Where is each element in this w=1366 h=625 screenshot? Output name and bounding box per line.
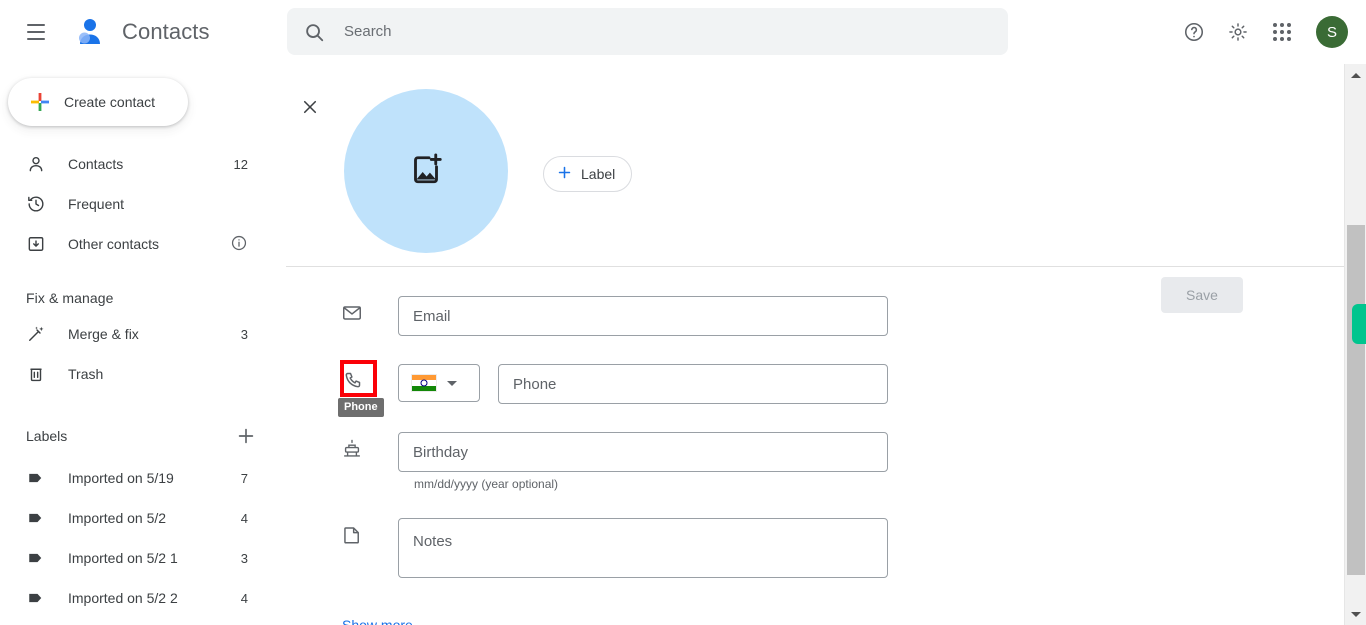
magic-wand-icon [26,324,46,344]
sidebar-label-item[interactable]: Imported on 5/2 4 [0,498,258,538]
contacts-person-icon [72,14,108,50]
phone-tooltip: Phone [338,398,384,417]
panel-divider [286,266,1344,267]
hamburger-menu-icon[interactable] [12,8,60,56]
birthday-row: mm/dd/yyyy (year optional) [280,415,1344,501]
note-page-icon [340,523,364,547]
add-label-text: Label [581,166,616,182]
birthday-cake-icon [340,437,364,461]
country-code-selector[interactable] [398,364,480,402]
label-tag-icon [26,508,46,528]
header-actions: S [1172,0,1354,64]
sidebar-item-label: Merge & fix [68,326,139,342]
sidebar-item-label: Other contacts [68,236,160,252]
sidebar-label-text: Imported on 5/2 2 [68,590,178,606]
help-icon[interactable] [1172,10,1216,54]
phone-input[interactable] [498,364,888,404]
sidebar-label-item[interactable]: Imported on 5/2 1 3 [0,538,258,578]
trash-icon [26,364,46,384]
labels-heading: Labels [26,428,68,444]
fix-and-manage-heading: Fix & manage [26,290,114,306]
sidebar-item-contacts[interactable]: Contacts 12 [0,144,258,184]
scroll-thumb[interactable] [1347,225,1365,575]
birthday-input[interactable] [398,432,888,472]
sidebar-label-text: Imported on 5/2 1 [68,550,178,566]
sidebar-label-count: 4 [240,510,248,526]
sidebar-item-merge-fix[interactable]: Merge & fix 3 [0,314,258,354]
sidebar-item-frequent[interactable]: Frequent [0,184,258,224]
birthday-helper-text: mm/dd/yyyy (year optional) [414,477,559,491]
search-input[interactable] [344,16,964,47]
sidebar-item-count: 3 [240,326,248,342]
email-row [280,279,1344,347]
add-label-button[interactable]: Label [543,156,633,192]
brand: Contacts [72,14,210,50]
sidebar-item-other-contacts[interactable]: Other contacts [0,224,258,264]
contact-form: mm/dd/yyyy (year optional) Show more [280,279,1344,625]
search-bar[interactable] [287,8,1008,55]
vertical-scrollbar[interactable] [1344,64,1366,625]
sidebar-item-trash[interactable]: Trash [0,354,258,394]
create-contact-button[interactable]: Create contact [8,78,188,126]
sidebar-label-item[interactable]: Imported on 5/2 2 4 [0,578,258,618]
create-contact-label: Create contact [64,94,156,110]
fix-manage-nav: Merge & fix 3 Trash [0,314,280,394]
close-x-icon[interactable] [290,87,330,127]
search-icon [303,21,325,43]
plus-icon [556,164,573,184]
app-header: Contacts Search S [0,0,1366,64]
label-tag-icon [26,468,46,488]
scroll-up-arrow[interactable] [1345,64,1366,86]
label-tag-icon [26,548,46,568]
sidebar-item-label: Contacts [68,156,124,172]
label-tag-icon [26,588,46,608]
settings-gear-icon[interactable] [1216,10,1260,54]
scroll-position-marker [1352,304,1366,344]
sidebar-label-count: 3 [240,550,248,566]
add-photo-icon [408,151,444,192]
chevron-down-icon [447,380,457,386]
email-input[interactable] [398,296,888,336]
plus-multicolor-icon [28,90,52,114]
labels-header: Labels [26,418,258,454]
account-avatar[interactable]: S [1316,16,1348,48]
scroll-down-arrow[interactable] [1345,603,1366,625]
create-label-plus-icon[interactable] [234,424,258,448]
notes-row [280,501,1344,593]
sidebar-label-item[interactable]: Imported on 5/19 7 [0,458,258,498]
primary-nav: Contacts 12 Frequent Other contacts [0,144,280,264]
history-clock-icon [26,194,46,214]
phone-row [280,347,1344,415]
sidebar-label-text: Imported on 5/19 [68,470,174,486]
phone-icon [340,369,364,393]
sidebar-item-count: 12 [233,156,248,172]
sidebar-item-label: Trash [68,366,104,382]
sidebar-label-count: 4 [240,590,248,606]
archive-box-icon [26,234,46,254]
sidebar-item-label: Frequent [68,196,125,212]
info-circle-icon[interactable] [230,234,248,255]
labels-list: Imported on 5/19 7 Imported on 5/2 4 Imp… [0,458,280,618]
india-flag [411,374,437,392]
person-outline-icon [26,154,46,174]
contact-editor-panel: Label Save Email Phone Birthday mm/dd/yy… [280,64,1344,625]
notes-input[interactable] [398,518,888,578]
sidebar-label-count: 7 [240,470,248,486]
envelope-icon [340,301,364,325]
sidebar: Create contact Contacts 12 Frequent Othe… [0,64,280,625]
google-apps-grid-icon[interactable] [1260,10,1304,54]
contacts-app-window: Contacts Search S Create contact Contact… [0,0,1366,625]
app-title: Contacts [122,19,210,44]
sidebar-label-text: Imported on 5/2 [68,510,167,526]
show-more-button[interactable]: Show more [342,617,413,625]
contact-photo-placeholder[interactable] [344,89,508,253]
